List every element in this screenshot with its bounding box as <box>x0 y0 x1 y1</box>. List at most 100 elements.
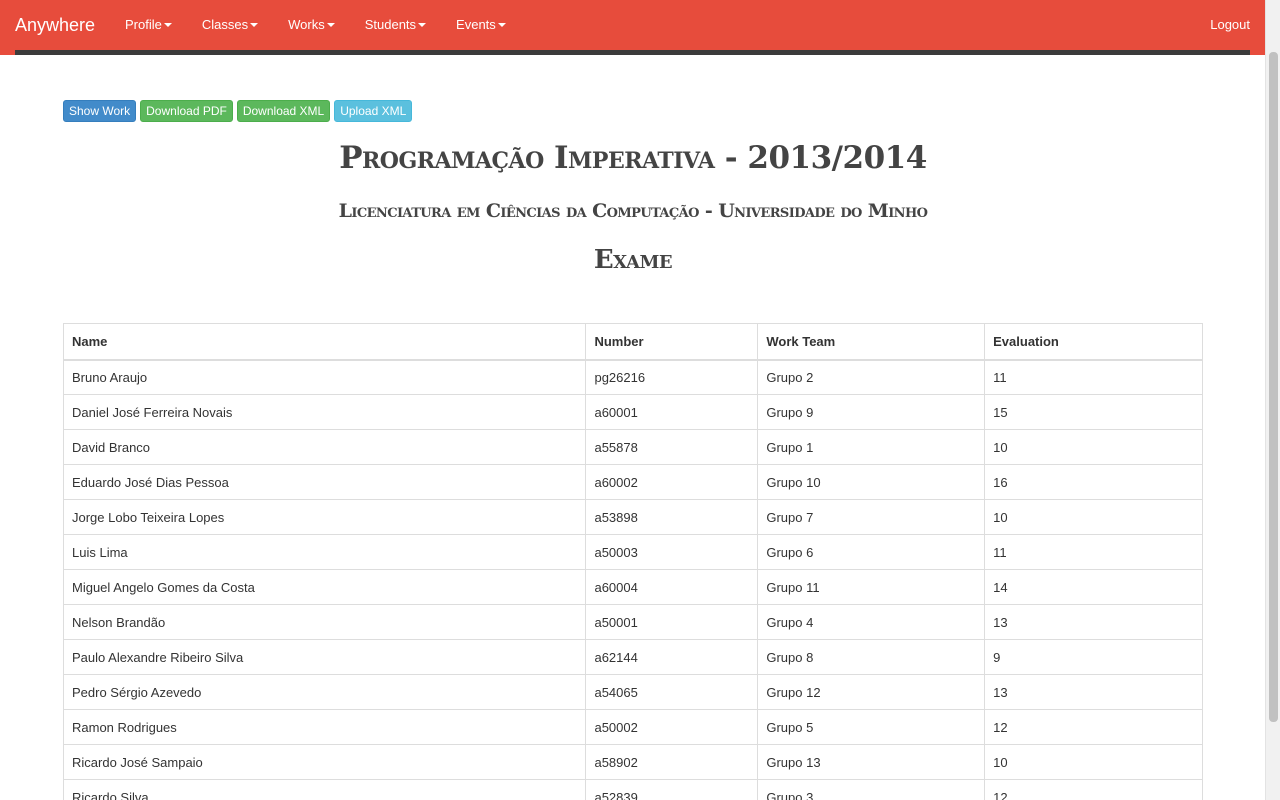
table-row: Ricardo José Sampaio a58902 Grupo 13 10 <box>62 744 1203 780</box>
cell-evaluation: 16 <box>984 464 1203 500</box>
show-work-button[interactable]: Show Work <box>63 100 137 122</box>
cell-evaluation: 13 <box>984 674 1203 710</box>
cell-number: a60002 <box>585 464 759 500</box>
column-header-work-team[interactable]: Work Team <box>757 323 986 361</box>
cell-evaluation: 9 <box>984 639 1203 675</box>
cell-work-team: Grupo 9 <box>757 394 986 430</box>
cell-name: David Branco <box>62 429 587 465</box>
cell-name: Jorge Lobo Teixeira Lopes <box>62 499 587 535</box>
cell-name: Eduardo José Dias Pessoa <box>62 464 587 500</box>
cell-evaluation: 13 <box>984 604 1203 640</box>
cell-number: a60004 <box>585 569 759 605</box>
cell-name: Bruno Araujo <box>62 359 587 395</box>
cell-number: a50003 <box>585 534 759 570</box>
cell-work-team: Grupo 4 <box>757 604 986 640</box>
cell-name: Pedro Sérgio Azevedo <box>62 674 587 710</box>
nav-works-dropdown[interactable]: Works <box>273 0 350 50</box>
navbar-divider <box>15 50 1250 55</box>
cell-number: a55878 <box>585 429 759 465</box>
column-header-evaluation[interactable]: Evaluation <box>984 323 1203 361</box>
table-row: Jorge Lobo Teixeira Lopes a53898 Grupo 7 10 <box>62 499 1203 535</box>
cell-number: a52839 <box>585 779 759 800</box>
cell-work-team: Grupo 1 <box>757 429 986 465</box>
nav-menu: Profile Classes Works Students Events <box>110 0 521 50</box>
cell-work-team: Grupo 6 <box>757 534 986 570</box>
work-title: Exame <box>593 245 673 275</box>
caret-down-icon <box>497 23 506 27</box>
nav-item-label: Profile <box>125 17 162 32</box>
cell-number: a50001 <box>585 604 759 640</box>
table-row: Pedro Sérgio Azevedo a54065 Grupo 12 13 <box>62 674 1203 710</box>
nav-classes-dropdown[interactable]: Classes <box>187 0 273 50</box>
cell-name: Nelson Brandão <box>62 604 587 640</box>
evaluations-table: Name Number Work Team Evaluation Bruno A… <box>62 323 1203 800</box>
cell-name: Miguel Angelo Gomes da Costa <box>62 569 587 605</box>
column-header-number[interactable]: Number <box>585 323 759 361</box>
caret-down-icon <box>250 23 259 27</box>
cell-work-team: Grupo 8 <box>757 639 986 675</box>
cell-name: Ricardo José Sampaio <box>62 744 587 780</box>
nav-item-label: Students <box>364 17 417 32</box>
cell-evaluation: 10 <box>984 744 1203 780</box>
nav-item-label: Classes <box>201 17 249 32</box>
logout-link[interactable]: Logout <box>1210 0 1250 50</box>
cell-work-team: Grupo 12 <box>757 674 986 710</box>
cell-number: a60001 <box>585 394 759 430</box>
caret-down-icon <box>163 23 172 27</box>
cell-name: Ramon Rodrigues <box>62 709 587 745</box>
nav-profile-dropdown[interactable]: Profile <box>110 0 187 50</box>
download-pdf-button[interactable]: Download PDF <box>140 100 233 122</box>
cell-number: a50002 <box>585 709 759 745</box>
cell-evaluation: 10 <box>984 499 1203 535</box>
caret-down-icon <box>326 23 335 27</box>
table-body: Bruno Araujo pg26216 Grupo 2 11 Daniel José … <box>62 359 1203 800</box>
cell-evaluation: 14 <box>984 569 1203 605</box>
table-row: Ricardo Silva a52839 Grupo 3 12 <box>62 779 1203 800</box>
cell-name: Paulo Alexandre Ribeiro Silva <box>62 639 587 675</box>
cell-name: Ricardo Silva <box>62 779 587 800</box>
navbar: Anywhere Profile Classes Works Students … <box>0 0 1265 55</box>
table-row: Paulo Alexandre Ribeiro Silva a62144 Grupo… <box>62 639 1203 675</box>
table-row: Ramon Rodrigues a50002 Grupo 5 12 <box>62 709 1203 745</box>
work-actions: Show Work Download PDF Download XML Uplo… <box>63 100 413 122</box>
cell-number: pg26216 <box>585 359 759 395</box>
cell-number: a54065 <box>585 674 759 710</box>
cell-number: a53898 <box>585 499 759 535</box>
cell-evaluation: 11 <box>984 359 1203 395</box>
cell-work-team: Grupo 7 <box>757 499 986 535</box>
cell-work-team: Grupo 3 <box>757 779 986 800</box>
cell-work-team: Grupo 11 <box>757 569 986 605</box>
cell-number: a62144 <box>585 639 759 675</box>
table-row: Daniel José Ferreira Novais a60001 Grupo 9… <box>62 394 1203 430</box>
table-row: Eduardo José Dias Pessoa a60002 Grupo 10 16 <box>62 464 1203 500</box>
cell-name: Luis Lima <box>62 534 587 570</box>
cell-work-team: Grupo 13 <box>757 744 986 780</box>
table-row: Luis Lima a50003 Grupo 6 11 <box>62 534 1203 570</box>
cell-evaluation: 10 <box>984 429 1203 465</box>
nav-item-label: Works <box>288 17 325 32</box>
upload-xml-button[interactable]: Upload XML <box>334 100 413 122</box>
table-row: Miguel Angelo Gomes da Costa a60004 Grupo … <box>62 569 1203 605</box>
vertical-scrollbar[interactable] <box>1265 0 1280 800</box>
nav-students-dropdown[interactable]: Students <box>350 0 441 50</box>
cell-evaluation: 15 <box>984 394 1203 430</box>
cell-evaluation: 11 <box>984 534 1203 570</box>
course-title: Programação Imperativa - 2013/2014 <box>339 140 927 176</box>
scrollbar-thumb[interactable] <box>1269 52 1278 722</box>
nav-item-label: Events <box>456 17 496 32</box>
cell-evaluation: 12 <box>984 709 1203 745</box>
cell-work-team: Grupo 2 <box>757 359 986 395</box>
cell-work-team: Grupo 5 <box>757 709 986 745</box>
nav-events-dropdown[interactable]: Events <box>441 0 521 50</box>
table-header-row: Name Number Work Team Evaluation <box>62 323 1203 361</box>
table-row: David Branco a55878 Grupo 1 10 <box>62 429 1203 465</box>
caret-down-icon <box>418 23 427 27</box>
download-xml-button[interactable]: Download XML <box>236 100 331 122</box>
table-row: Nelson Brandão a50001 Grupo 4 13 <box>62 604 1203 640</box>
program-subtitle: Licenciatura em Ciências da Computação -… <box>338 200 928 222</box>
cell-evaluation: 12 <box>984 779 1203 800</box>
column-header-name[interactable]: Name <box>62 323 587 361</box>
table-row: Bruno Araujo pg26216 Grupo 2 11 <box>62 359 1203 395</box>
cell-name: Daniel José Ferreira Novais <box>62 394 587 430</box>
brand-link[interactable]: Anywhere <box>15 13 95 37</box>
